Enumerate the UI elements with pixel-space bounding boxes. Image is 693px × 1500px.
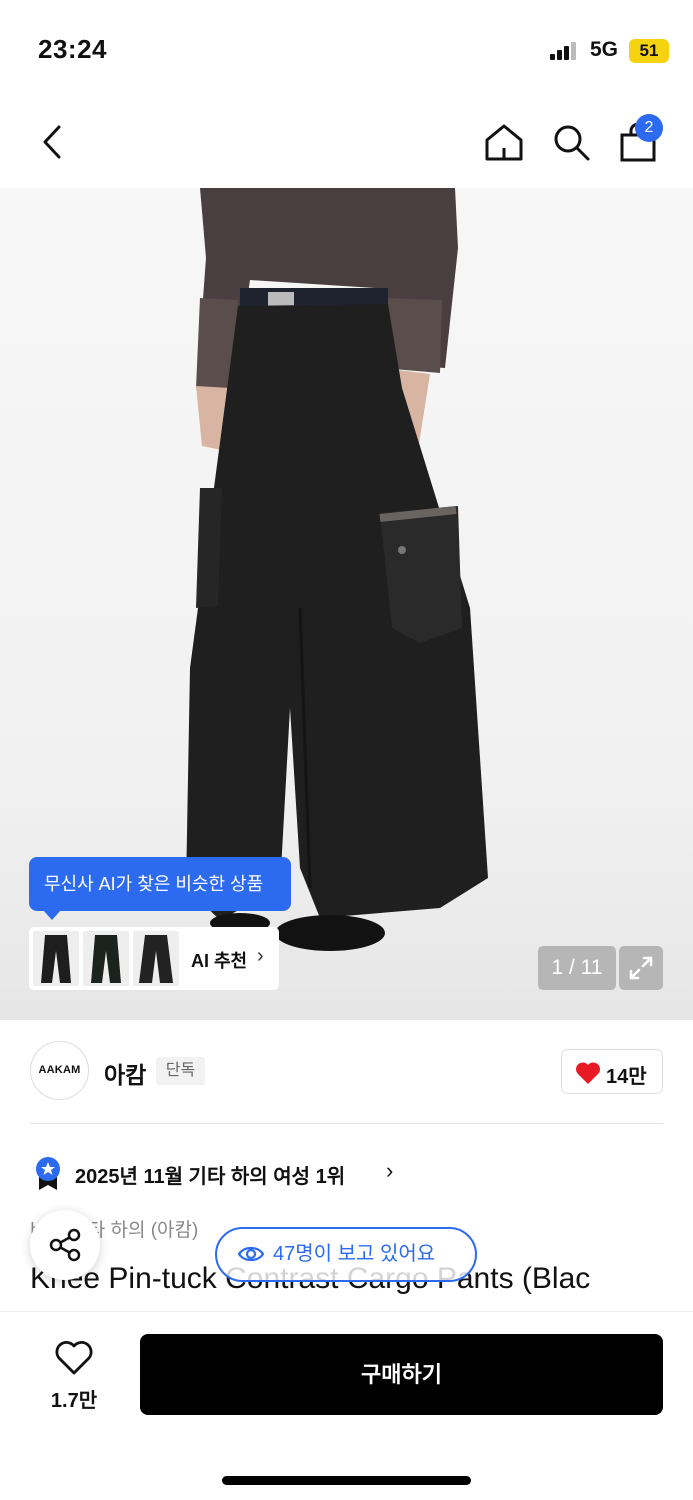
brand-logo[interactable]: AAKAM — [30, 1041, 89, 1100]
brand-like-button[interactable]: 14만 — [561, 1049, 663, 1094]
ranking-text: 2025년 11월 기타 하의 여성 1위 — [75, 1166, 346, 1188]
ai-recommend-label: AI 추천 — [191, 951, 248, 971]
divider — [30, 1123, 663, 1124]
brand-name[interactable]: 아캄 — [104, 1056, 146, 1090]
eye-icon — [237, 1246, 265, 1262]
ai-similar-tooltip[interactable]: 무신사 AI가 찾은 비슷한 상품 — [29, 857, 291, 920]
wishlist-button[interactable]: 1.7만 — [30, 1338, 118, 1418]
expand-button[interactable] — [619, 946, 663, 990]
ranking-link[interactable]: 2025년 11월 기타 하의 여성 1위 › — [30, 1152, 430, 1192]
status-bar: 23:24 5G 51 — [0, 0, 693, 100]
exclusive-tag: 단독 — [156, 1057, 205, 1085]
wishlist-count: 1.7만 — [50, 1390, 98, 1412]
expand-icon — [629, 956, 653, 980]
ai-recommend-panel[interactable]: AI 추천 › — [29, 927, 279, 990]
back-icon — [43, 125, 61, 159]
home-button[interactable] — [478, 116, 530, 168]
signal-icon — [550, 42, 578, 60]
heart-outline-icon — [55, 1341, 93, 1375]
viewers-text: 47명이 보고 있어요 — [273, 1243, 436, 1265]
buy-button[interactable]: 구매하기 — [140, 1334, 663, 1415]
ai-thumbnail[interactable] — [133, 931, 179, 986]
cart-count-badge: 2 — [635, 114, 663, 142]
back-button[interactable] — [26, 116, 78, 168]
home-icon — [485, 124, 523, 161]
nav-bar — [0, 100, 693, 188]
bottom-bar: 1.7만 구매하기 — [0, 1311, 693, 1500]
search-button[interactable] — [545, 116, 597, 168]
ai-thumbnail[interactable] — [33, 931, 79, 986]
network-label: 5G — [590, 38, 619, 61]
share-button[interactable] — [30, 1210, 100, 1280]
status-time: 23:24 — [38, 34, 107, 64]
home-indicator — [222, 1476, 471, 1485]
chevron-right-icon: › — [257, 945, 264, 967]
battery-icon: 51 — [629, 39, 669, 63]
brand-like-count: 14만 — [606, 1066, 647, 1088]
ranking-badge-icon — [36, 1157, 60, 1190]
viewers-pill: 47명이 보고 있어요 — [215, 1227, 477, 1282]
heart-filled-icon — [575, 1062, 601, 1084]
share-icon — [49, 1228, 81, 1262]
search-icon — [554, 125, 590, 161]
image-counter: 1 / 11 — [538, 946, 616, 990]
chevron-right-icon: › — [386, 1158, 394, 1183]
ai-thumbnail[interactable] — [83, 931, 129, 986]
